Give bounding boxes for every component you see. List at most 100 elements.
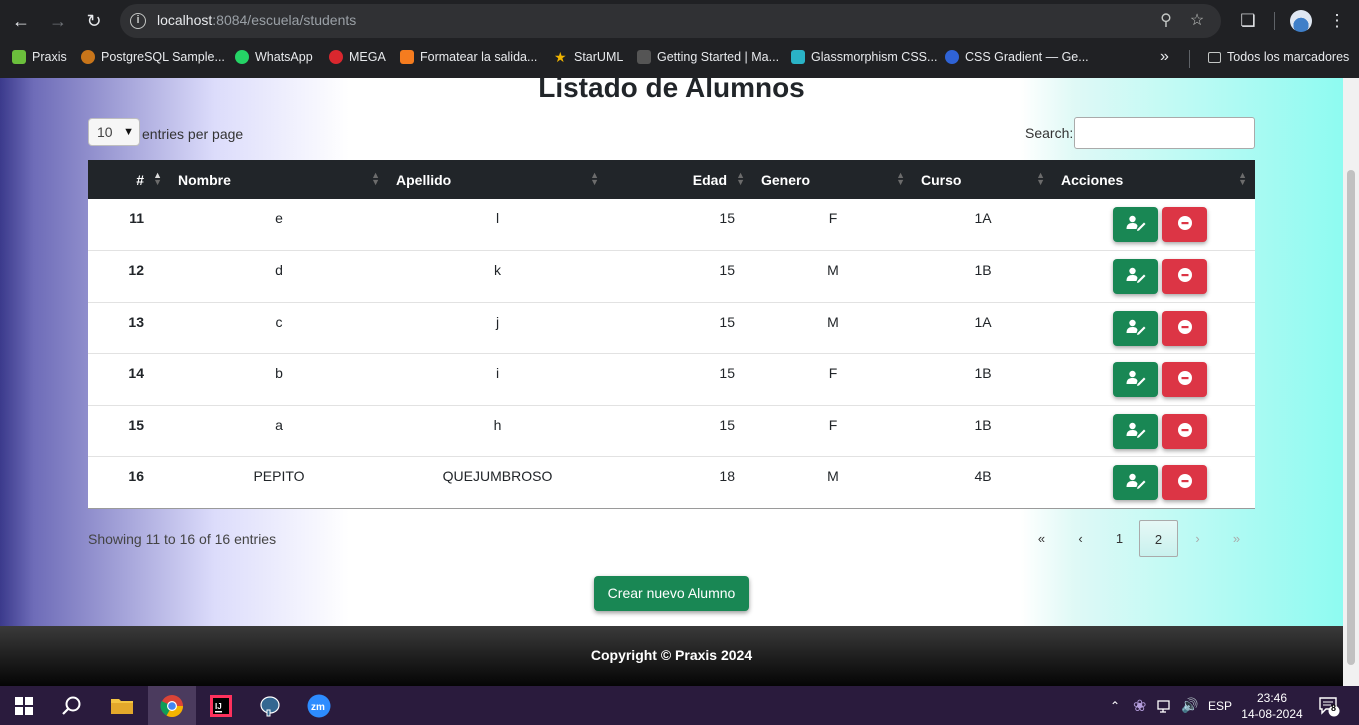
column-header-label: Curso xyxy=(921,171,962,188)
column-header-acciones[interactable]: Acciones ▲ ▼ xyxy=(1053,160,1255,199)
delete-student-button[interactable] xyxy=(1162,413,1207,449)
language-indicator[interactable]: ESP xyxy=(1208,686,1232,725)
taskbar-pgadmin[interactable] xyxy=(246,686,294,725)
cell-genero: M xyxy=(827,313,839,330)
reload-icon[interactable]: ↻ xyxy=(82,9,106,33)
all-bookmarks-label: Todos los marcadores xyxy=(1227,50,1350,64)
scrollbar-thumb[interactable] xyxy=(1347,170,1355,665)
menu-kebab-icon[interactable]: ⋮ xyxy=(1324,8,1350,34)
edit-student-button[interactable] xyxy=(1113,465,1158,500)
edit-student-button[interactable] xyxy=(1113,207,1158,242)
address-bar[interactable]: i localhost:8084/escuela/students ⚲ ☆ xyxy=(120,4,1221,38)
bookmark-label: Glassmorphism CSS... xyxy=(811,50,938,64)
row-actions xyxy=(1054,362,1254,397)
volume-icon[interactable]: 🔊 xyxy=(1181,686,1198,725)
notifications-button[interactable]: 8 xyxy=(1318,686,1340,725)
column-header-curso[interactable]: Curso ▲ ▼ xyxy=(913,160,1053,199)
cell-edad: 15 xyxy=(719,416,735,433)
main-content: Listado de Alumnos 10 ▼ entries per page… xyxy=(0,78,1343,626)
search-input[interactable] xyxy=(1074,117,1255,149)
column-header-genero[interactable]: Genero ▲ ▼ xyxy=(753,160,913,199)
taskbar-intellij[interactable]: IJ xyxy=(197,686,245,725)
profile-avatar[interactable] xyxy=(1290,10,1312,32)
footer-copyright: Copyright © Praxis 2024 xyxy=(590,647,753,663)
edit-student-button[interactable] xyxy=(1113,259,1158,294)
table-info: Showing 11 to 16 of 16 entries xyxy=(88,531,277,547)
taskbar-zoom[interactable]: zm xyxy=(295,686,343,725)
sort-asc-icon: ▲ ▼ xyxy=(153,170,162,187)
column-header-edad[interactable]: Edad ▲ ▼ xyxy=(607,160,753,199)
create-student-button[interactable]: Crear nuevo Alumno xyxy=(594,576,749,611)
back-icon[interactable]: ← xyxy=(9,9,33,33)
cell-curso: 1A xyxy=(974,313,992,330)
delete-student-button[interactable] xyxy=(1162,362,1207,397)
column-header-nombre[interactable]: Nombre ▲ ▼ xyxy=(170,160,388,199)
page-prev-button[interactable]: ‹ xyxy=(1061,520,1100,557)
extensions-icon[interactable]: ❏ xyxy=(1235,8,1261,34)
site-info-icon[interactable]: i xyxy=(130,13,146,29)
bookmark-staruml[interactable]: ★ StarUML xyxy=(554,48,623,66)
entries-per-page-select[interactable]: 10 ▼ xyxy=(88,118,140,146)
network-icon[interactable] xyxy=(1157,686,1173,725)
folder-icon xyxy=(1208,51,1221,63)
markdown-icon xyxy=(637,50,651,64)
delete-student-button[interactable] xyxy=(1162,259,1207,294)
bookmark-star-icon[interactable]: ☆ xyxy=(1187,11,1207,31)
edit-student-button[interactable] xyxy=(1113,413,1158,449)
user-edit-icon xyxy=(1126,215,1146,234)
delete-student-button[interactable] xyxy=(1162,465,1207,500)
page-next-button[interactable]: › xyxy=(1178,520,1217,557)
cell-curso: 4B xyxy=(974,468,992,484)
cell-genero: M xyxy=(827,468,839,484)
forward-icon[interactable]: → xyxy=(46,9,70,33)
page-1-button[interactable]: 1 xyxy=(1100,520,1139,557)
column-header-apellido[interactable]: Apellido ▲ ▼ xyxy=(388,160,607,199)
delete-student-button[interactable] xyxy=(1162,207,1207,242)
page-2-button[interactable]: 2 xyxy=(1139,520,1178,557)
bookmark-whatsapp[interactable]: WhatsApp xyxy=(235,48,313,66)
zoom-icon[interactable]: ⚲ xyxy=(1156,11,1176,31)
bookmark-mega[interactable]: MEGA xyxy=(329,48,386,66)
edit-student-button[interactable] xyxy=(1113,362,1158,397)
gradient-icon xyxy=(945,50,959,64)
row-actions xyxy=(1054,413,1254,449)
bookmark-formatear[interactable]: Formatear la salida... xyxy=(400,48,537,66)
column-header-label: Edad xyxy=(692,171,727,188)
page-viewport: Listado de Alumnos 10 ▼ entries per page… xyxy=(0,78,1343,686)
taskbar-chrome[interactable] xyxy=(148,686,196,725)
bookmark-praxis[interactable]: Praxis xyxy=(12,48,67,66)
bookmark-glassmorphism[interactable]: Glassmorphism CSS... xyxy=(791,48,937,66)
taskbar: IJ zm ⌃ ❀ 🔊 ESP 23:46 14-08-2024 8 xyxy=(0,686,1359,725)
bookmark-getting-started[interactable]: Getting Started | Ma... xyxy=(637,48,779,66)
row-actions xyxy=(1054,259,1254,294)
bookmarks-overflow-button[interactable]: » xyxy=(1160,48,1169,66)
start-button[interactable] xyxy=(0,686,48,725)
cell-id: 14 xyxy=(128,365,144,381)
whatsapp-icon xyxy=(235,50,249,64)
staruml-icon: ★ xyxy=(554,49,567,65)
column-header-id[interactable]: # ▲ ▼ xyxy=(88,160,170,199)
edit-student-button[interactable] xyxy=(1113,310,1158,346)
postgres-sample-icon xyxy=(81,50,95,64)
page-scrollbar[interactable] xyxy=(1343,78,1359,686)
url-text[interactable]: localhost:8084/escuela/students xyxy=(157,12,356,28)
taskbar-file-explorer[interactable] xyxy=(98,686,146,725)
user-edit-icon xyxy=(1126,473,1146,492)
page-last-button[interactable]: » xyxy=(1217,520,1256,557)
column-header-label: Genero xyxy=(761,171,811,188)
all-bookmarks-button[interactable]: Todos los marcadores xyxy=(1208,48,1349,66)
tray-feather-icon[interactable]: ❀ xyxy=(1133,686,1146,725)
taskbar-search-button[interactable] xyxy=(48,686,96,725)
minus-circle-icon xyxy=(1177,267,1193,286)
delete-student-button[interactable] xyxy=(1162,310,1207,346)
page-first-button[interactable]: « xyxy=(1022,520,1061,557)
browser-toolbar: ← → ↻ i localhost:8084/escuela/students … xyxy=(0,0,1359,42)
entries-per-page-value: 10 xyxy=(97,124,113,140)
tray-show-hidden-icon[interactable]: ⌃ xyxy=(1110,686,1120,725)
bookmark-css-gradient[interactable]: CSS Gradient — Ge... xyxy=(945,48,1089,66)
bookmark-label: CSS Gradient — Ge... xyxy=(965,50,1089,64)
sort-icon: ▲ ▼ xyxy=(590,170,599,187)
clock[interactable]: 23:46 14-08-2024 xyxy=(1236,690,1308,722)
cell-id: 16 xyxy=(128,468,144,484)
bookmark-postgres[interactable]: PostgreSQL Sample... xyxy=(81,48,225,66)
